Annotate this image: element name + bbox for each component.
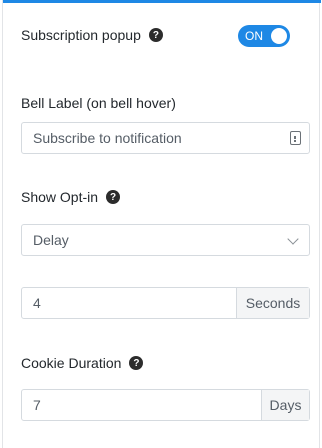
subscription-popup-toggle[interactable]: ON [238, 25, 290, 47]
bell-label-label: Bell Label (on bell hover) [21, 95, 176, 111]
show-optin-selected-value: Delay [33, 232, 69, 248]
show-optin-select[interactable]: Delay [21, 224, 310, 256]
toggle-knob [271, 28, 287, 44]
subscription-popup-label-text: Subscription popup [21, 27, 141, 43]
bell-label-value: Subscribe to notification [33, 130, 182, 146]
cookie-duration-input-group: 7 Days [21, 389, 310, 421]
help-icon[interactable]: ? [106, 190, 121, 204]
contact-card-icon[interactable] [290, 131, 301, 145]
cookie-duration-label: Cookie Duration ? [21, 355, 144, 371]
show-optin-label: Show Opt-in ? [21, 189, 121, 205]
cookie-duration-input[interactable]: 7 [22, 397, 261, 413]
bell-label-row: Bell Label (on bell hover) [21, 95, 307, 113]
delay-input[interactable]: 4 [22, 295, 236, 311]
delay-unit-addon: Seconds [236, 288, 309, 318]
show-optin-row: Show Opt-in ? [21, 189, 307, 207]
help-icon[interactable]: ? [148, 28, 163, 42]
cookie-duration-label-text: Cookie Duration [21, 355, 122, 371]
cookie-duration-unit-addon: Days [261, 390, 309, 420]
settings-panel: Subscription popup ? ON Bell Label (on b… [2, 0, 321, 448]
bell-label-input[interactable]: Subscribe to notification [21, 122, 310, 154]
delay-input-group: 4 Seconds [21, 287, 310, 319]
help-icon[interactable]: ? [129, 356, 144, 370]
subscription-popup-label: Subscription popup ? [21, 27, 163, 43]
toggle-state-text: ON [245, 29, 263, 43]
show-optin-label-text: Show Opt-in [21, 189, 99, 205]
top-accent-bar [3, 0, 321, 3]
cookie-duration-row: Cookie Duration ? [21, 355, 307, 373]
